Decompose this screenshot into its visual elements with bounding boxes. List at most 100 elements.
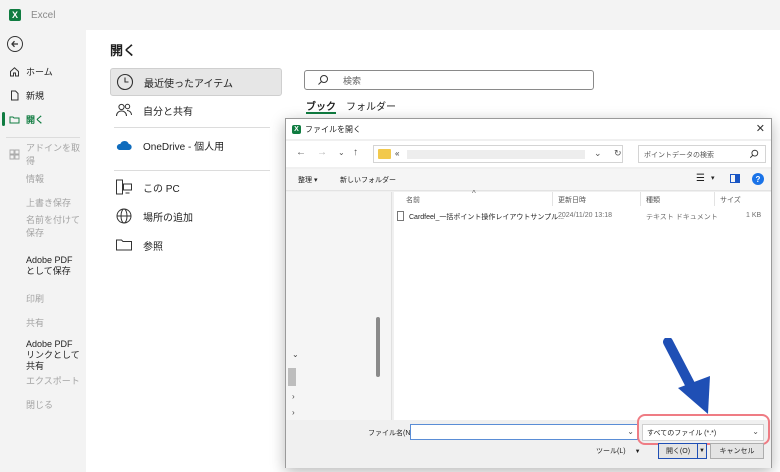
dialog-search-placeholder: ポイントデータの検索 <box>644 152 714 159</box>
chevron-down-icon[interactable]: ⌄ <box>594 148 602 159</box>
sidebar-item-label: Adobe PDF として保存 <box>26 255 73 276</box>
sidebar-item-new[interactable]: 新規 <box>0 84 86 106</box>
close-icon[interactable]: ✕ <box>756 122 765 135</box>
open-folder-icon <box>9 116 20 123</box>
preview-pane-icon[interactable] <box>730 174 740 186</box>
chevron-down-icon[interactable]: ⌄ <box>292 350 299 359</box>
app-title: Excel <box>31 9 56 21</box>
location-label: 自分と共有 <box>143 106 193 118</box>
sidebar-item-home[interactable]: ホーム <box>0 60 86 82</box>
sidebar-item-label: 開く <box>26 114 45 125</box>
redacted-path <box>407 150 585 159</box>
sidebar-item-print[interactable]: 印刷 <box>0 287 86 309</box>
pc-icon <box>116 179 132 195</box>
sidebar-divider <box>6 137 80 138</box>
grid-icon <box>9 149 20 159</box>
globe-icon <box>116 208 132 224</box>
column-header-name[interactable]: 名前 <box>406 195 420 205</box>
sidebar-item-share-adobe-pdf-link[interactable]: Adobe PDF リンクとして共有 <box>0 339 86 371</box>
location-onedrive[interactable]: OneDrive - 個人用 <box>110 131 282 159</box>
filename-label: ファイル名(N): <box>368 430 415 437</box>
home-icon <box>10 66 19 76</box>
location-add-place[interactable]: 場所の追加 <box>110 202 282 230</box>
filename-input[interactable]: ⌄ <box>410 424 638 440</box>
backstage-search-input[interactable]: 検索 <box>304 70 594 90</box>
sidebar-item-save-adobe-pdf[interactable]: Adobe PDF として保存 <box>0 255 86 285</box>
excel-logo-icon: X <box>9 9 21 21</box>
help-icon[interactable]: ? <box>752 173 764 185</box>
tools-button[interactable]: ツール(L) ▼ <box>596 446 641 456</box>
chevron-down-icon[interactable]: ⌄ <box>627 427 634 436</box>
file-row[interactable]: Cardfeel_一括ポイント操作レイアウトサンプル... 2024/11/20… <box>394 210 771 224</box>
location-label: OneDrive - 個人用 <box>143 141 225 153</box>
dialog-search-input[interactable]: ポイントデータの検索 <box>638 145 766 163</box>
forward-arrow-icon[interactable]: → <box>317 147 327 158</box>
recent-locations-chevron-icon[interactable]: ⌄ <box>338 148 345 157</box>
sidebar-item-share[interactable]: 共有 <box>0 311 86 333</box>
sidebar-item-label: エクスポート <box>26 375 80 386</box>
organize-button[interactable]: 整理 ▾ <box>298 175 317 185</box>
location-divider <box>114 127 270 128</box>
back-arrow-icon[interactable]: ← <box>296 147 306 158</box>
chevron-right-icon[interactable]: › <box>292 408 295 417</box>
sidebar-item-get-addins[interactable]: アドインを取得 <box>0 143 86 166</box>
location-recent[interactable]: 最近使ったアイテム <box>110 68 282 96</box>
open-dropdown-button[interactable]: ▼ <box>698 443 707 459</box>
backstage-sidebar: ホーム 新規 開く アドインを取得 情報 上書き保存 名前を付けて保存 Adob… <box>0 30 86 472</box>
people-icon <box>116 103 132 117</box>
sort-ascending-icon: ^ <box>472 189 476 198</box>
search-placeholder: 検索 <box>343 76 362 86</box>
file-type: テキスト ドキュメント <box>646 214 718 221</box>
search-icon <box>318 75 328 85</box>
file-size: 1 KB <box>746 212 762 219</box>
open-file-dialog: X ファイルを開く ✕ ← → ⌄ ↑ « ⌄ ↻ ポイントデータの検索 整理 … <box>285 118 772 468</box>
column-separator <box>552 192 553 206</box>
excel-logo-icon: X <box>292 124 301 134</box>
clock-icon <box>116 73 134 91</box>
sidebar-item-label: 名前を付けて保存 <box>26 215 81 238</box>
navigation-pane-scrollbar[interactable] <box>376 317 380 377</box>
sidebar-item-info[interactable]: 情報 <box>0 167 86 189</box>
location-browse[interactable]: 参照 <box>110 231 282 259</box>
navigation-pane-scroll-thumb[interactable] <box>288 368 296 386</box>
search-icon <box>749 149 759 159</box>
dialog-navigation-bar: ← → ⌄ ↑ « ⌄ ↻ ポイントデータの検索 <box>286 141 771 167</box>
tab-books[interactable]: ブック <box>306 98 336 114</box>
chevron-down-icon[interactable]: ▾ <box>711 174 715 182</box>
back-arrow-icon[interactable] <box>7 36 23 52</box>
refresh-icon[interactable]: ↻ <box>614 148 622 159</box>
dialog-footer: ファイル名(N): ⌄ すべてのファイル (*.*) ⌄ ツール(L) ▼ 開く(… <box>286 414 771 468</box>
folder-icon <box>378 149 391 159</box>
column-header-modified[interactable]: 更新日時 <box>558 195 586 205</box>
text-file-icon <box>397 211 404 221</box>
cancel-button[interactable]: キャンセル <box>710 443 764 459</box>
chevron-right-icon[interactable]: › <box>292 392 295 401</box>
sidebar-item-label: アドインを取得 <box>26 143 81 166</box>
sidebar-item-label: Adobe PDF リンクとして共有 <box>26 339 80 371</box>
breadcrumb: « <box>395 149 400 158</box>
location-label: 最近使ったアイテム <box>144 78 233 90</box>
open-button[interactable]: 開く(O) <box>658 443 698 459</box>
sidebar-item-export[interactable]: エクスポート <box>0 369 86 391</box>
location-divider <box>114 170 270 171</box>
column-header-size[interactable]: サイズ <box>720 195 741 205</box>
file-modified: 2024/11/20 13:18 <box>558 212 612 219</box>
column-header-type[interactable]: 種類 <box>646 195 660 205</box>
sidebar-item-open[interactable]: 開く <box>0 108 86 130</box>
dialog-title-bar: X ファイルを開く ✕ <box>286 119 771 139</box>
location-shared-with-me[interactable]: 自分と共有 <box>110 96 282 124</box>
sidebar-item-save[interactable]: 上書き保存 <box>0 191 86 213</box>
new-file-icon <box>11 90 19 100</box>
sidebar-item-close[interactable]: 閉じる <box>0 393 86 415</box>
cloud-icon <box>116 140 132 151</box>
view-options-icon[interactable]: ☰ <box>696 173 705 184</box>
column-separator <box>714 192 715 206</box>
location-this-pc[interactable]: この PC <box>110 173 282 201</box>
up-arrow-icon[interactable]: ↑ <box>353 147 358 158</box>
new-folder-button[interactable]: 新しいフォルダー <box>340 175 396 185</box>
dialog-title: ファイルを開く <box>305 124 361 134</box>
location-label: 場所の追加 <box>143 212 193 224</box>
address-bar[interactable]: « ⌄ ↻ <box>373 145 623 163</box>
sidebar-item-save-as[interactable]: 名前を付けて保存 <box>0 215 86 238</box>
tab-folders[interactable]: フォルダー <box>346 98 396 113</box>
